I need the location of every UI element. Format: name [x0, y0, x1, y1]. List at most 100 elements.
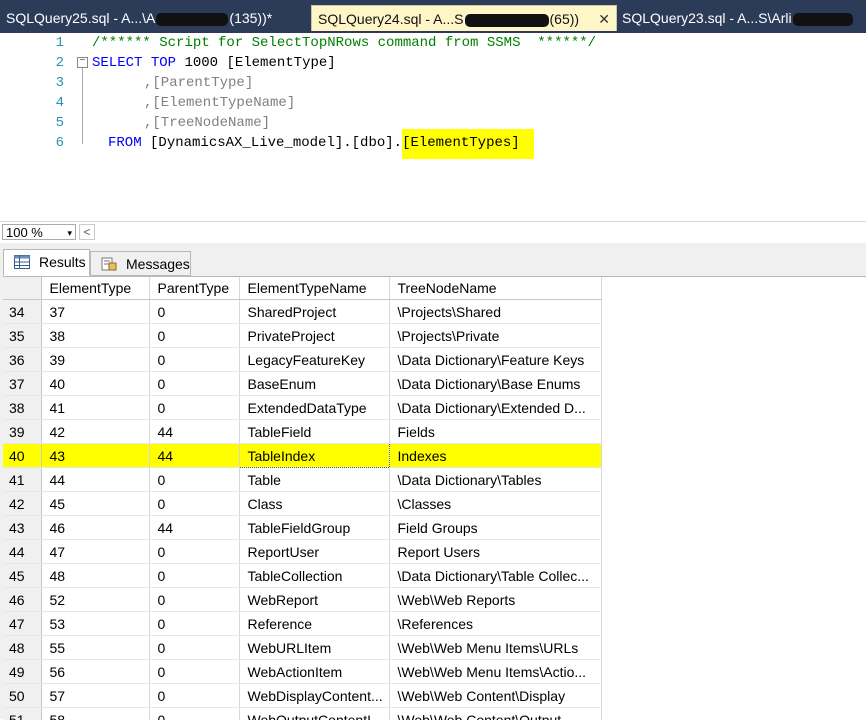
- table-row[interactable]: 49560WebActionItem\Web\Web Menu Items\Ac…: [3, 660, 601, 684]
- table-row[interactable]: 34370SharedProject\Projects\Shared: [3, 300, 601, 324]
- grid-cell[interactable]: 37: [41, 300, 149, 324]
- tab-sqlquery25[interactable]: SQLQuery25.sql - A...\A(135))*: [6, 5, 304, 31]
- grid-cell[interactable]: 0: [149, 468, 239, 492]
- row-number[interactable]: 37: [3, 372, 41, 396]
- row-number[interactable]: 48: [3, 636, 41, 660]
- row-number[interactable]: 41: [3, 468, 41, 492]
- row-number[interactable]: 47: [3, 612, 41, 636]
- table-row[interactable]: 38410ExtendedDataType\Data Dictionary\Ex…: [3, 396, 601, 420]
- grid-cell[interactable]: \Data Dictionary\Feature Keys: [389, 348, 601, 372]
- row-number[interactable]: 40: [3, 444, 41, 468]
- grid-cell[interactable]: Class: [239, 492, 389, 516]
- row-number[interactable]: 43: [3, 516, 41, 540]
- grid-cell[interactable]: 39: [41, 348, 149, 372]
- grid-cell[interactable]: 48: [41, 564, 149, 588]
- row-number[interactable]: 50: [3, 684, 41, 708]
- row-number[interactable]: 45: [3, 564, 41, 588]
- table-row[interactable]: 394244TableFieldFields: [3, 420, 601, 444]
- grid-cell[interactable]: Field Groups: [389, 516, 601, 540]
- row-number[interactable]: 38: [3, 396, 41, 420]
- grid-cell[interactable]: \Web\Web Reports: [389, 588, 601, 612]
- grid-cell[interactable]: 38: [41, 324, 149, 348]
- grid-cell[interactable]: 45: [41, 492, 149, 516]
- grid-cell[interactable]: 46: [41, 516, 149, 540]
- results-grid[interactable]: ElementType ParentType ElementTypeName T…: [3, 276, 866, 720]
- grid-cell[interactable]: \Web\Web Menu Items\Actio...: [389, 660, 601, 684]
- grid-cell[interactable]: 0: [149, 684, 239, 708]
- grid-cell[interactable]: Reference: [239, 612, 389, 636]
- grid-cell[interactable]: 53: [41, 612, 149, 636]
- grid-cell[interactable]: \Data Dictionary\Table Collec...: [389, 564, 601, 588]
- table-row[interactable]: 51580WebOutputContentI...\Web\Web Conten…: [3, 708, 601, 720]
- grid-cell[interactable]: 0: [149, 372, 239, 396]
- grid-cell[interactable]: \Classes: [389, 492, 601, 516]
- grid-cell[interactable]: 58: [41, 708, 149, 720]
- tab-sqlquery23[interactable]: SQLQuery23.sql - A...S\Arli: [622, 5, 866, 31]
- column-header[interactable]: ElementTypeName: [239, 277, 389, 300]
- grid-cell[interactable]: BaseEnum: [239, 372, 389, 396]
- grid-cell[interactable]: 57: [41, 684, 149, 708]
- grid-cell[interactable]: \Web\Web Content\Output: [389, 708, 601, 720]
- grid-cell[interactable]: 47: [41, 540, 149, 564]
- grid-cell[interactable]: PrivateProject: [239, 324, 389, 348]
- grid-cell[interactable]: TableFieldGroup: [239, 516, 389, 540]
- grid-cell[interactable]: 0: [149, 348, 239, 372]
- grid-cell[interactable]: TableIndex: [239, 444, 389, 468]
- table-row[interactable]: 48550WebURLItem\Web\Web Menu Items\URLs: [3, 636, 601, 660]
- row-number[interactable]: 44: [3, 540, 41, 564]
- tab-results[interactable]: Results: [3, 249, 90, 276]
- table-row[interactable]: 37400BaseEnum\Data Dictionary\Base Enums: [3, 372, 601, 396]
- grid-cell[interactable]: \Data Dictionary\Extended D...: [389, 396, 601, 420]
- grid-cell[interactable]: \Projects\Shared: [389, 300, 601, 324]
- table-row[interactable]: 47530Reference\References: [3, 612, 601, 636]
- grid-cell[interactable]: WebOutputContentI...: [239, 708, 389, 720]
- grid-cell[interactable]: TableField: [239, 420, 389, 444]
- grid-cell[interactable]: 0: [149, 564, 239, 588]
- grid-cell[interactable]: 44: [149, 420, 239, 444]
- grid-cell[interactable]: 0: [149, 708, 239, 720]
- grid-cell[interactable]: Report Users: [389, 540, 601, 564]
- grid-cell[interactable]: 0: [149, 636, 239, 660]
- grid-cell[interactable]: ExtendedDataType: [239, 396, 389, 420]
- table-row[interactable]: 404344TableIndexIndexes: [3, 444, 601, 468]
- grid-cell[interactable]: 43: [41, 444, 149, 468]
- column-header[interactable]: ParentType: [149, 277, 239, 300]
- grid-cell[interactable]: \Data Dictionary\Base Enums: [389, 372, 601, 396]
- grid-cell[interactable]: 44: [149, 444, 239, 468]
- table-row[interactable]: 35380PrivateProject\Projects\Private: [3, 324, 601, 348]
- column-header[interactable]: TreeNodeName: [389, 277, 601, 300]
- grid-cell[interactable]: 56: [41, 660, 149, 684]
- grid-cell[interactable]: 52: [41, 588, 149, 612]
- tab-sqlquery24[interactable]: SQLQuery24.sql - A...S(65)) ✕: [311, 5, 617, 31]
- grid-cell[interactable]: \Projects\Private: [389, 324, 601, 348]
- grid-cell[interactable]: 0: [149, 492, 239, 516]
- zoom-dropdown[interactable]: 100 % ▾: [2, 224, 76, 240]
- grid-cell[interactable]: 44: [41, 468, 149, 492]
- row-number[interactable]: 36: [3, 348, 41, 372]
- grid-cell[interactable]: 44: [149, 516, 239, 540]
- query-editor[interactable]: 1 2 3 4 5 6 − /****** Script for SelectT…: [0, 33, 866, 221]
- table-row[interactable]: 42450Class\Classes: [3, 492, 601, 516]
- scroll-left-button[interactable]: <: [79, 224, 95, 240]
- grid-cell[interactable]: 0: [149, 324, 239, 348]
- grid-cell[interactable]: 0: [149, 660, 239, 684]
- collapse-toggle-icon[interactable]: −: [77, 57, 88, 68]
- grid-cell[interactable]: \Web\Web Menu Items\URLs: [389, 636, 601, 660]
- grid-cell[interactable]: \Data Dictionary\Tables: [389, 468, 601, 492]
- row-number[interactable]: 39: [3, 420, 41, 444]
- grid-cell[interactable]: LegacyFeatureKey: [239, 348, 389, 372]
- table-row[interactable]: 44470ReportUserReport Users: [3, 540, 601, 564]
- table-row[interactable]: 46520WebReport\Web\Web Reports: [3, 588, 601, 612]
- row-number[interactable]: 34: [3, 300, 41, 324]
- grid-cell[interactable]: WebDisplayContent...: [239, 684, 389, 708]
- row-number[interactable]: 49: [3, 660, 41, 684]
- grid-cell[interactable]: Indexes: [389, 444, 601, 468]
- column-header[interactable]: ElementType: [41, 277, 149, 300]
- grid-cell[interactable]: 0: [149, 396, 239, 420]
- row-number[interactable]: 51: [3, 708, 41, 720]
- grid-cell[interactable]: SharedProject: [239, 300, 389, 324]
- grid-cell[interactable]: 0: [149, 540, 239, 564]
- grid-cell[interactable]: WebActionItem: [239, 660, 389, 684]
- grid-cell[interactable]: TableCollection: [239, 564, 389, 588]
- grid-cell[interactable]: 55: [41, 636, 149, 660]
